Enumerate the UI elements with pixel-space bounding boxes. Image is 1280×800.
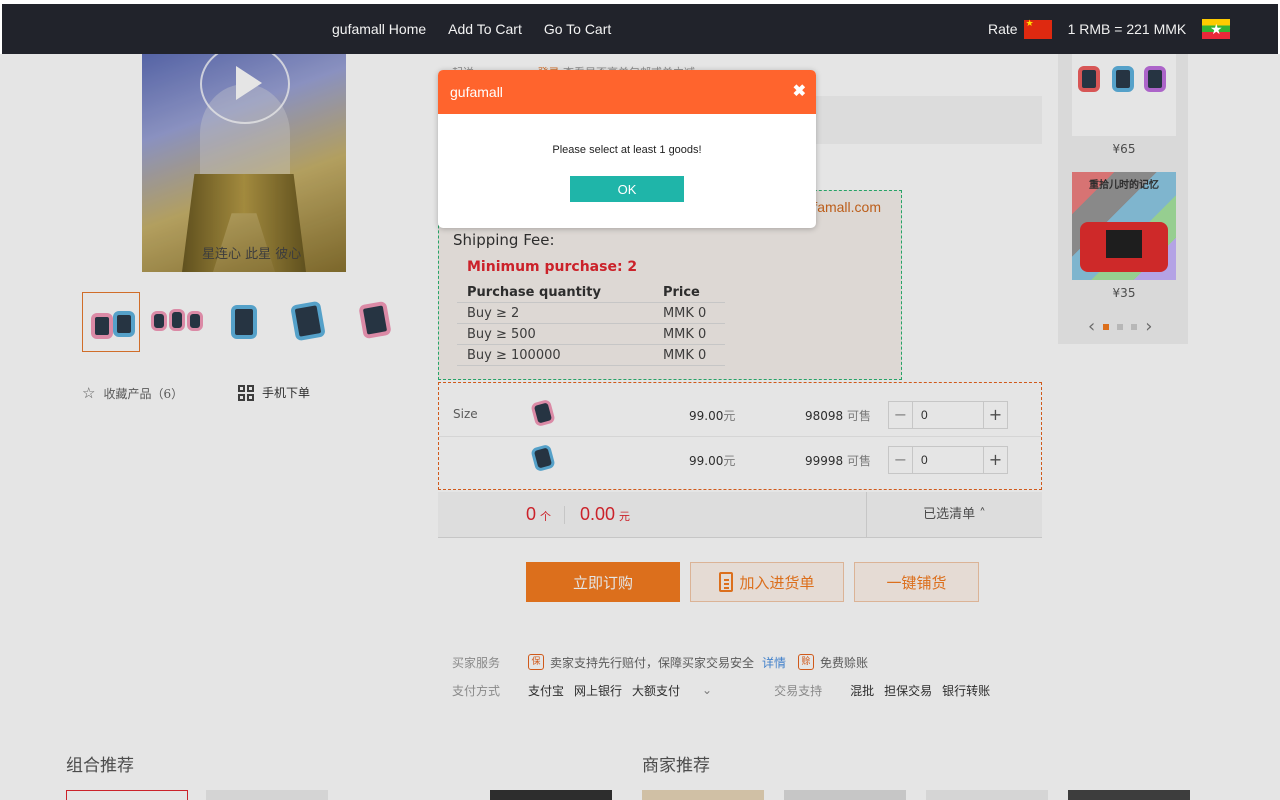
dialog-header: gufamall ✖ [438,70,816,114]
dialog-title: gufamall [450,84,503,100]
nav-go-to-cart-link[interactable]: Go To Cart [544,21,611,37]
nav-add-to-cart-link[interactable]: Add To Cart [448,21,522,37]
top-nav-links: gufamall Home Add To Cart Go To Cart [332,4,611,54]
top-nav-bar: gufamall Home Add To Cart Go To Cart Rat… [2,4,1278,54]
alert-dialog: gufamall ✖ Please select at least 1 good… [438,70,816,228]
dialog-message: Please select at least 1 goods! [552,144,702,156]
rate-value: 1 RMB = 221 MMK [1067,21,1187,37]
exchange-rate: Rate 1 RMB = 221 MMK ★ [988,4,1231,54]
rate-label: Rate [988,21,1018,37]
nav-home-link[interactable]: gufamall Home [332,21,426,37]
ok-button[interactable]: OK [570,176,684,202]
close-icon[interactable]: ✖ [793,70,806,114]
china-flag-icon [1023,18,1052,39]
myanmar-flag-icon: ★ [1202,19,1231,39]
